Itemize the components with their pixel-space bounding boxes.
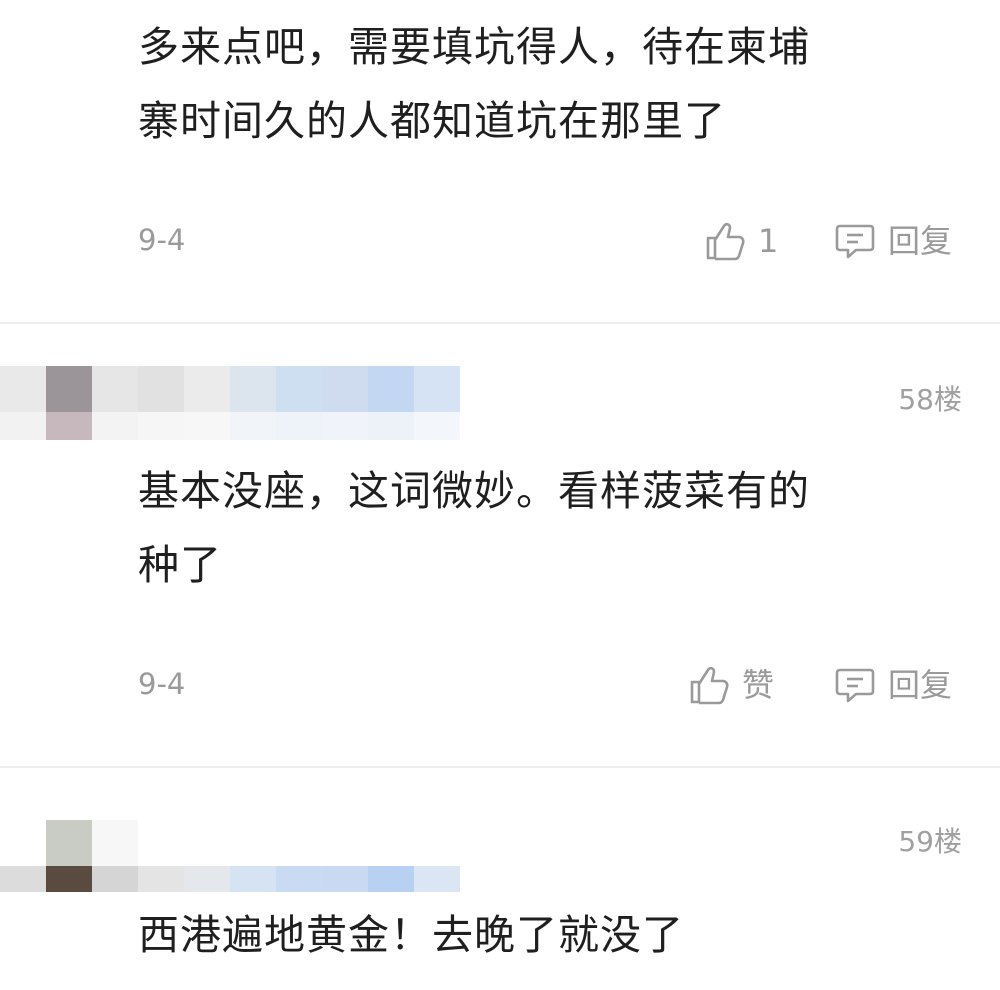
reply-button[interactable]: 回复	[834, 664, 952, 706]
reply-button[interactable]: 回复	[834, 220, 952, 262]
reply-label: 回复	[888, 222, 953, 260]
comment-date: 9-4	[138, 223, 186, 257]
comment-text-line2: 寨时间久的人都知道坑在那里了	[138, 97, 726, 145]
comment-text: 基本没座，这词微妙。看样菠菜有的 种了	[138, 454, 918, 602]
reply-label: 回复	[888, 666, 953, 704]
comment-text: 多来点吧，需要填坑得人，待在柬埔 寨时间久的人都知道坑在那里了	[138, 10, 918, 158]
username-redaction	[0, 820, 506, 892]
comment-item-59: 59楼 西港遍地黄金！去晚了就没了	[0, 768, 1000, 990]
like-label: 赞	[742, 666, 775, 704]
comment-text-line1: 多来点吧，需要填坑得人，待在柬埔	[138, 23, 810, 71]
comment-text-line2: 种了	[138, 541, 222, 589]
like-count: 1	[758, 222, 779, 260]
thumbs-up-icon	[706, 222, 745, 261]
comment-item-1: 多来点吧，需要填坑得人，待在柬埔 寨时间久的人都知道坑在那里了 9-4 1 回复	[0, 0, 1000, 322]
comment-text: 西港遍地黄金！去晚了就没了	[138, 898, 918, 972]
comment-item-58: 58楼 基本没座，这词微妙。看样菠菜有的 种了 9-4 赞 回复	[0, 324, 1000, 766]
comment-bubble-icon	[835, 668, 875, 703]
like-button[interactable]: 赞	[688, 664, 774, 706]
comment-text-line1: 西港遍地黄金！去晚了就没了	[138, 911, 684, 959]
comment-bubble-icon	[835, 224, 875, 259]
username-redaction	[0, 366, 506, 440]
floor-number: 58楼	[898, 383, 962, 416]
like-button[interactable]: 1	[704, 220, 778, 262]
comment-text-line1: 基本没座，这词微妙。看样菠菜有的	[138, 467, 810, 515]
comment-date: 9-4	[138, 667, 186, 701]
floor-number: 59楼	[898, 825, 962, 858]
thumbs-up-icon	[690, 666, 729, 705]
